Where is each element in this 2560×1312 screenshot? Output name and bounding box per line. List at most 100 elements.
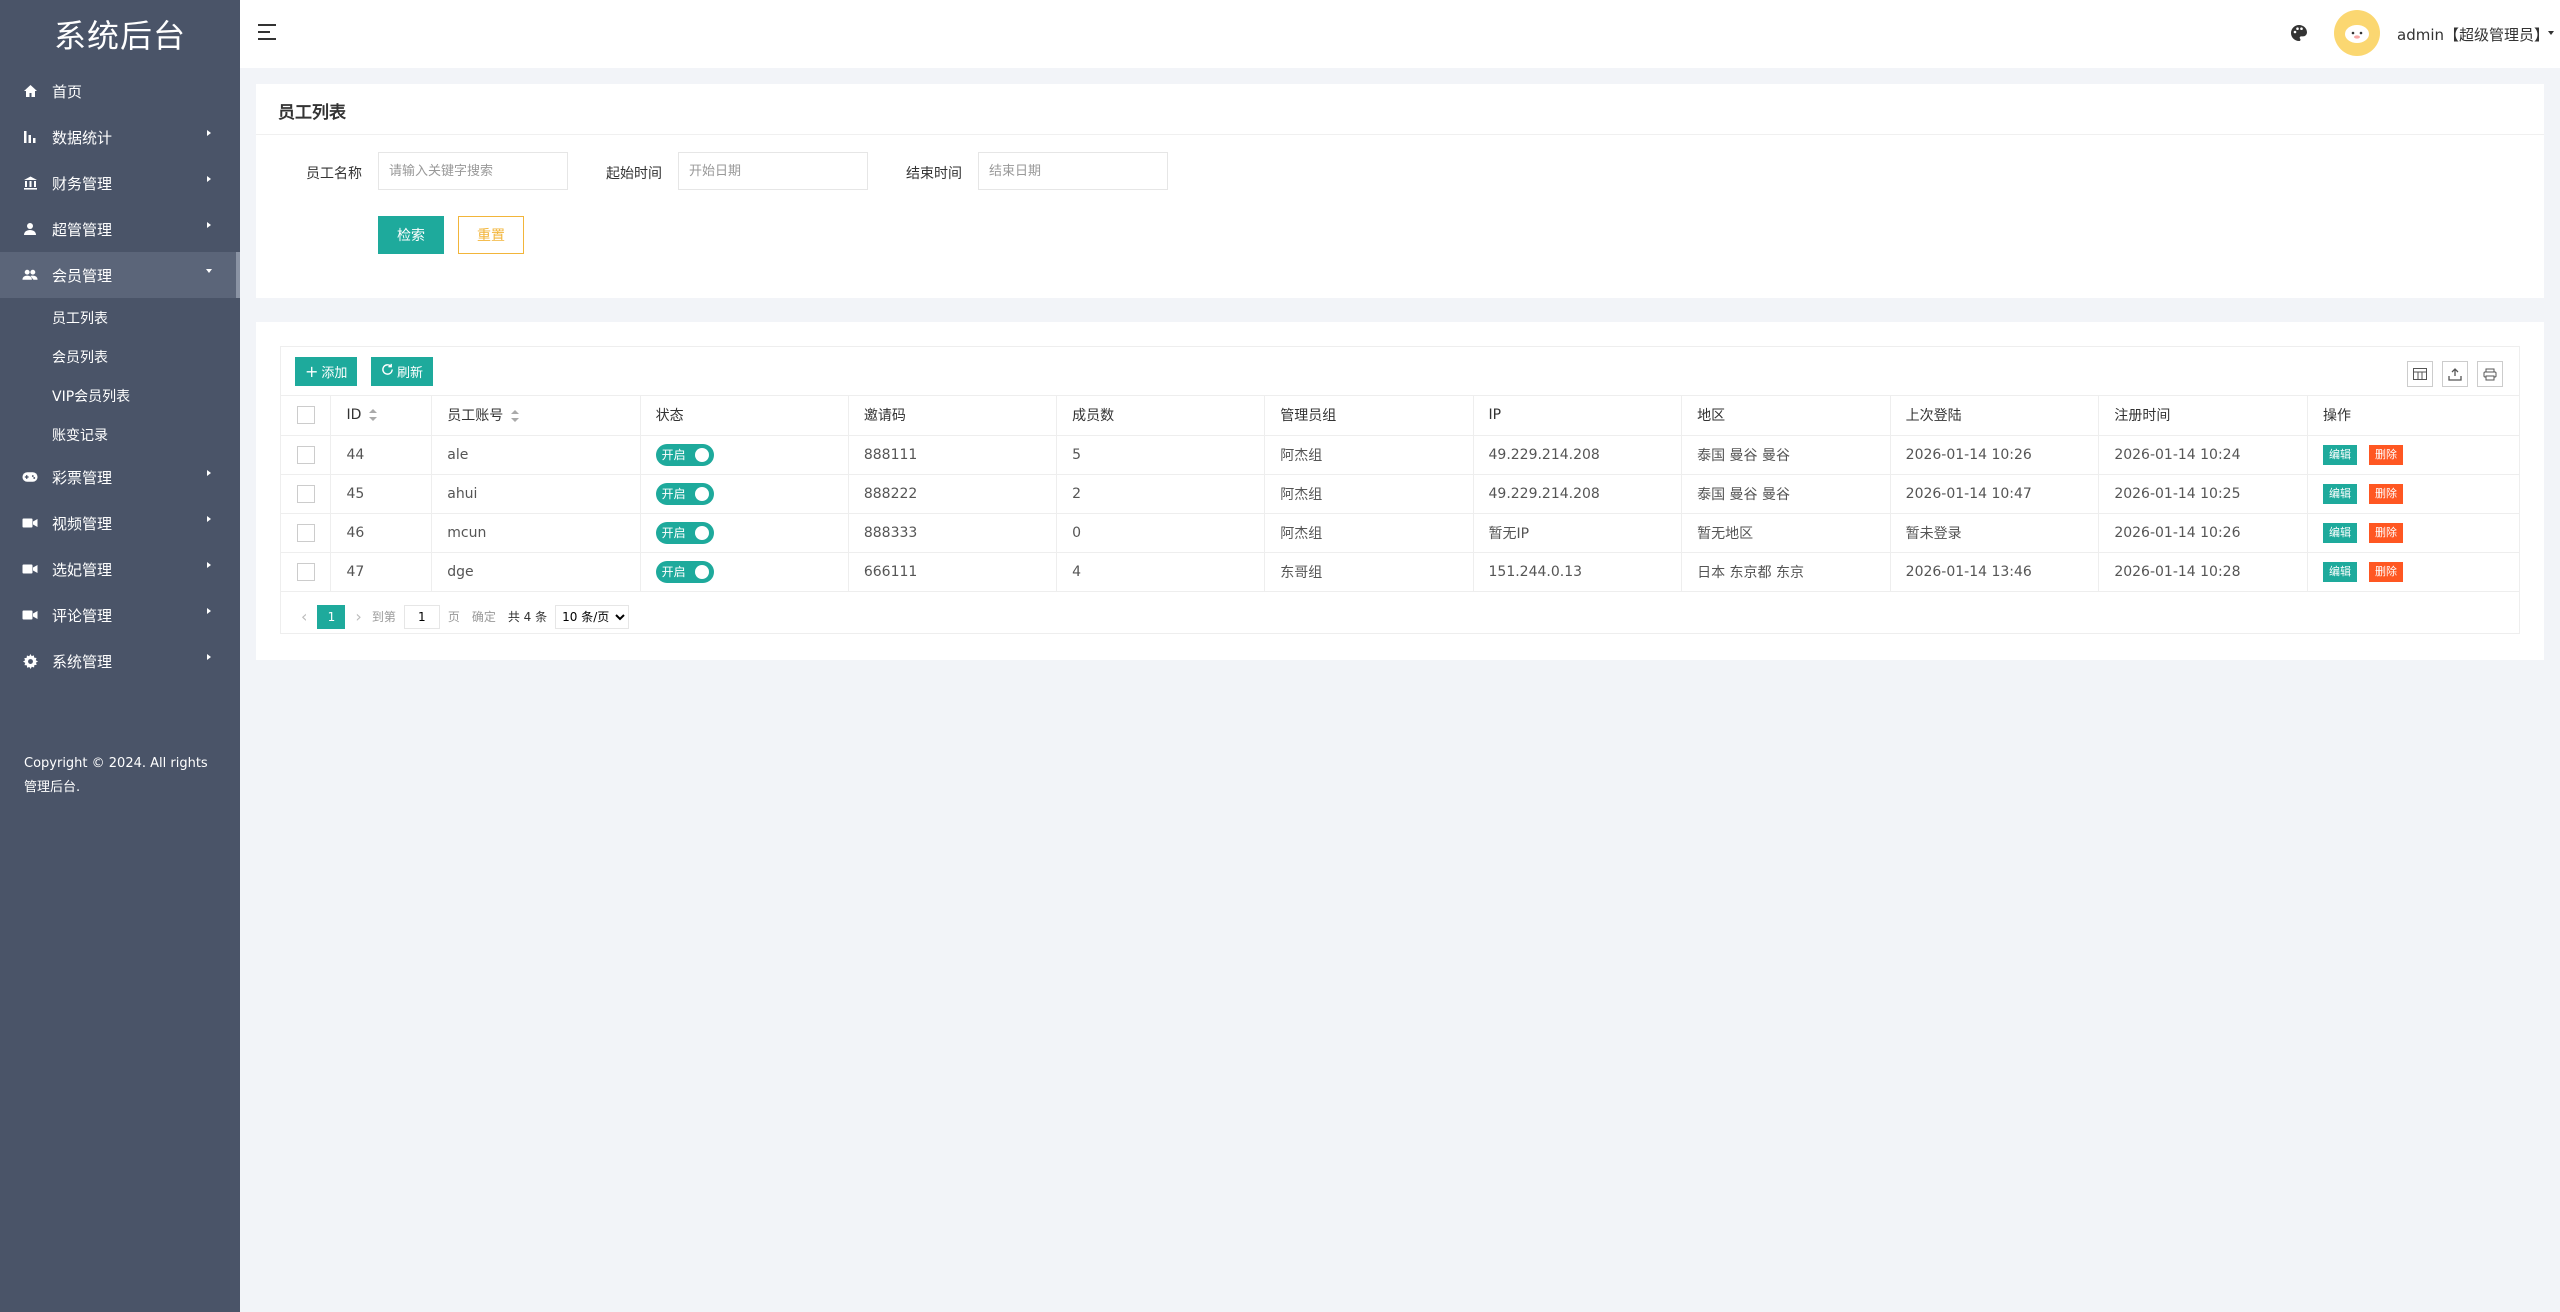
sidebar-item-0[interactable]: 首页 xyxy=(0,68,240,114)
delete-button[interactable]: 删除 xyxy=(2369,522,2403,543)
sidebar-item-5[interactable]: 彩票管理 xyxy=(0,454,240,500)
status-toggle-label: 开启 xyxy=(661,487,686,501)
row-checkbox[interactable] xyxy=(296,484,315,503)
row-checkbox[interactable] xyxy=(296,523,315,542)
chevron-down-icon[interactable] xyxy=(2548,31,2554,35)
sort-icon[interactable] xyxy=(369,409,378,422)
delete-button[interactable]: 删除 xyxy=(2369,444,2403,465)
cell-account: ale xyxy=(431,435,641,475)
edit-button[interactable]: 编辑 xyxy=(2323,483,2357,504)
sidebar-subitem[interactable]: 员工列表 xyxy=(0,298,240,337)
status-toggle[interactable]: 开启 xyxy=(655,521,714,544)
menu-toggle-icon[interactable] xyxy=(258,24,276,40)
export-icon[interactable] xyxy=(2442,361,2468,387)
name-label: 员工名称 xyxy=(306,166,362,182)
column-header-registered: 注册时间 xyxy=(2098,396,2308,436)
cell-registered: 2026-01-14 10:25 xyxy=(2098,474,2308,514)
sidebar-item-4[interactable]: 会员管理 xyxy=(0,252,240,298)
toggle-knob xyxy=(694,564,709,579)
status-cell: 开启 xyxy=(640,474,849,514)
status-toggle[interactable]: 开启 xyxy=(655,482,714,505)
avatar[interactable] xyxy=(2334,10,2380,56)
cell-ip: 49.229.214.208 xyxy=(1473,435,1683,475)
column-header-label: ID xyxy=(346,407,362,424)
goto-confirm-button[interactable]: 确定 xyxy=(467,604,500,629)
status-cell: 开启 xyxy=(640,435,849,475)
reset-button[interactable]: 重置 xyxy=(458,216,524,254)
refresh-button[interactable]: 刷新 xyxy=(371,357,434,386)
column-header-account[interactable]: 员工账号 xyxy=(431,396,641,436)
page-size-select[interactable]: 10 条/页 xyxy=(555,604,630,629)
table-row[interactable]: 44 ale 开启 888111 5 阿杰组 49.229.214.208 泰国 曼谷 曼谷 2… xyxy=(281,435,2519,475)
print-icon[interactable] xyxy=(2477,361,2503,387)
search-button[interactable]: 检索 xyxy=(378,216,444,254)
status-toggle-label: 开启 xyxy=(661,526,686,540)
add-button[interactable]: + 添加 xyxy=(295,357,358,386)
cell-last-login: 2026-01-14 10:47 xyxy=(1890,474,2100,514)
sidebar-subitem[interactable]: VIP会员列表 xyxy=(0,376,240,415)
chevron-icon xyxy=(207,176,211,182)
cell-registered: 2026-01-14 10:28 xyxy=(2098,552,2308,592)
cell-id: 45 xyxy=(330,474,433,514)
cell-ip: 49.229.214.208 xyxy=(1473,474,1683,514)
next-page-icon[interactable]: › xyxy=(355,607,361,626)
edit-button[interactable]: 编辑 xyxy=(2323,561,2357,582)
row-checkbox[interactable] xyxy=(296,445,315,464)
sidebar-item-9[interactable]: 系统管理 xyxy=(0,638,240,684)
current-page[interactable]: 1 xyxy=(317,604,346,629)
status-toggle[interactable]: 开启 xyxy=(655,443,714,466)
column-header-ip: IP xyxy=(1473,396,1683,436)
table-row[interactable]: 46 mcun 开启 888333 0 阿杰组 暂无IP 暂无地区 暂未登录 2026-01-14… xyxy=(281,513,2519,553)
sidebar-item-8[interactable]: 评论管理 xyxy=(0,592,240,638)
status-cell: 开启 xyxy=(640,552,849,592)
chevron-icon xyxy=(207,608,211,614)
start-time-label: 起始时间 xyxy=(606,166,662,182)
column-header-actions: 操作 xyxy=(2307,396,2519,436)
cell-invite: 888222 xyxy=(848,474,1058,514)
edit-button[interactable]: 编辑 xyxy=(2323,522,2357,543)
status-toggle-label: 开启 xyxy=(661,565,686,579)
app-logo: 系统后台 xyxy=(53,17,186,55)
select-all-checkbox[interactable] xyxy=(296,406,315,425)
sidebar-item-2[interactable]: 财务管理 xyxy=(0,160,240,206)
table-row[interactable]: 45 ahui 开启 888222 2 阿杰组 49.229.214.208 泰国 曼谷 曼谷… xyxy=(281,474,2519,514)
column-header-id[interactable]: ID xyxy=(330,396,433,436)
employee-name-input[interactable] xyxy=(378,152,568,190)
actions-cell: 编辑 删除 xyxy=(2307,435,2519,475)
page-title: 员工列表 xyxy=(278,103,346,123)
table-panel: + 添加 刷新 ID 员工账号 状态 邀请码 成员数 管理员组 IP 地区 上次… xyxy=(256,322,2544,660)
delete-button[interactable]: 删除 xyxy=(2369,561,2403,582)
refresh-icon xyxy=(381,363,394,380)
sidebar-item-6[interactable]: 视频管理 xyxy=(0,500,240,546)
columns-filter-icon[interactable] xyxy=(2407,361,2433,387)
cell-id: 44 xyxy=(330,435,433,475)
sidebar-subitem[interactable]: 账变记录 xyxy=(0,415,240,454)
status-toggle-label: 开启 xyxy=(661,448,686,462)
sidebar-item-7[interactable]: 选妃管理 xyxy=(0,546,240,592)
palette-icon[interactable] xyxy=(2290,24,2308,46)
sidebar-item-label: 超管管理 xyxy=(52,220,113,239)
sort-icon[interactable] xyxy=(511,410,520,423)
cell-id: 46 xyxy=(330,513,433,553)
cell-ip: 暂无IP xyxy=(1473,513,1683,553)
delete-button[interactable]: 删除 xyxy=(2369,483,2403,504)
end-date-input[interactable] xyxy=(978,152,1168,190)
column-header-group: 管理员组 xyxy=(1264,396,1474,436)
prev-page-icon[interactable]: ‹ xyxy=(301,607,307,626)
sidebar-subitem[interactable]: 会员列表 xyxy=(0,337,240,376)
edit-button[interactable]: 编辑 xyxy=(2323,444,2357,465)
sidebar-item-1[interactable]: 数据统计 xyxy=(0,114,240,160)
column-header-invite: 邀请码 xyxy=(848,396,1058,436)
row-checkbox[interactable] xyxy=(296,562,315,581)
start-date-input[interactable] xyxy=(678,152,868,190)
goto-page-input[interactable] xyxy=(403,604,440,629)
cell-account: mcun xyxy=(431,513,641,553)
status-toggle[interactable]: 开启 xyxy=(655,560,714,583)
bar-chart-icon xyxy=(22,129,38,145)
row-select-cell xyxy=(281,513,332,553)
cell-group: 阿杰组 xyxy=(1264,474,1474,514)
sidebar: 系统后台 首页 数据统计 财务管理超管管理会员管理 员工列表 会员列表 VIP会员列表 账变… xyxy=(0,0,240,1312)
sidebar-item-3[interactable]: 超管管理 xyxy=(0,206,240,252)
table-row[interactable]: 47 dge 开启 666111 4 东哥组 151.244.0.13 日本 东京都 东京 20… xyxy=(281,552,2519,592)
user-menu[interactable]: admin【超级管理员】 xyxy=(2397,24,2549,45)
